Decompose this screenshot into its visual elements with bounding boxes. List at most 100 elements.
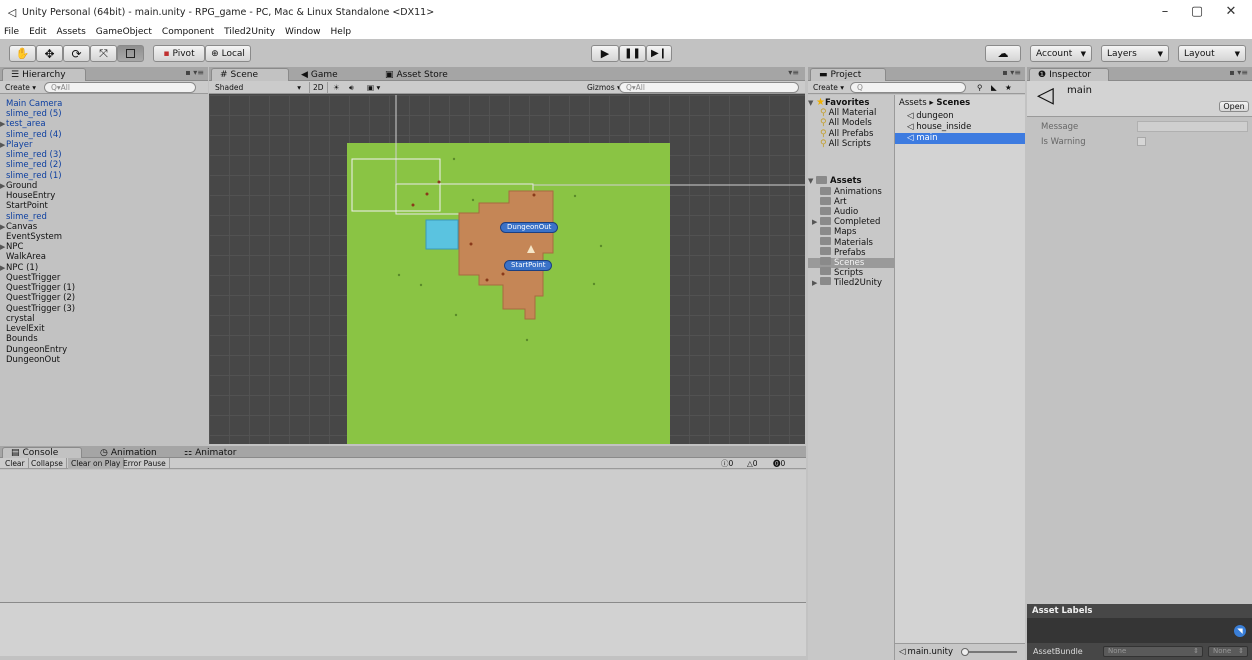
hierarchy-item[interactable]: slime_red (2) bbox=[0, 160, 208, 170]
tab-animation[interactable]: ◷ Animation bbox=[92, 447, 172, 458]
breadcrumb-root[interactable]: Assets bbox=[899, 98, 927, 108]
audio-toggle[interactable]: 🔊︎ bbox=[346, 82, 357, 93]
open-button[interactable]: Open bbox=[1219, 101, 1249, 112]
expand-arrow-icon[interactable]: ▶ bbox=[812, 278, 820, 288]
rect-tool-button[interactable] bbox=[117, 45, 144, 62]
folder-item[interactable]: ▶ Completed bbox=[808, 216, 894, 227]
layers-dropdown[interactable]: Layers ▼ bbox=[1101, 45, 1169, 62]
scene-file-item[interactable]: ◁ house_inside bbox=[895, 122, 1025, 133]
tab-scene[interactable]: # Scene bbox=[211, 68, 289, 81]
asset-variant-dropdown[interactable]: None ⇕ bbox=[1208, 646, 1248, 657]
panel-menu-icon[interactable]: ▪ ▾≡ bbox=[1229, 68, 1248, 77]
panel-menu-icon[interactable]: ▪ ▾≡ bbox=[185, 68, 204, 77]
favorite-item[interactable]: ⚲ All Models bbox=[808, 118, 894, 128]
layout-dropdown[interactable]: Layout ▼ bbox=[1178, 45, 1246, 62]
hierarchy-item[interactable]: slime_red (3) bbox=[0, 150, 208, 160]
move-tool-button[interactable]: ✥ bbox=[36, 45, 63, 62]
hierarchy-item[interactable]: ▶Player bbox=[0, 140, 208, 150]
folder-item[interactable]: Audio bbox=[808, 206, 894, 217]
hierarchy-search-input[interactable]: Q▾All bbox=[44, 82, 196, 93]
tab-animator[interactable]: ⚏ Animator bbox=[176, 447, 256, 458]
play-button[interactable]: ▶ bbox=[591, 45, 619, 62]
tab-game[interactable]: ◀ Game bbox=[293, 68, 365, 81]
assets-header[interactable]: ▼ Assets bbox=[808, 175, 894, 186]
scale-tool-button[interactable]: ⤧ bbox=[90, 45, 117, 62]
hierarchy-item[interactable]: crystal bbox=[0, 314, 208, 324]
clear-button[interactable]: Clear bbox=[2, 458, 29, 469]
close-button[interactable]: ✕ bbox=[1216, 4, 1246, 19]
hierarchy-item[interactable]: slime_red (5) bbox=[0, 109, 208, 119]
menu-tiled2unity[interactable]: Tiled2Unity bbox=[224, 27, 275, 37]
folder-item[interactable]: Animations bbox=[808, 186, 894, 197]
hand-tool-button[interactable]: ✋ bbox=[9, 45, 36, 62]
2d-toggle[interactable]: 2D bbox=[309, 82, 328, 93]
menu-edit[interactable]: Edit bbox=[29, 27, 46, 37]
collapse-button[interactable]: Collapse bbox=[28, 458, 67, 469]
menu-gameobject[interactable]: GameObject bbox=[96, 27, 152, 37]
local-toggle[interactable]: ⊕ Local bbox=[205, 45, 251, 62]
minimize-button[interactable]: – bbox=[1150, 4, 1180, 19]
clear-on-play-button[interactable]: Clear on Play bbox=[68, 458, 125, 469]
tab-console[interactable]: ▤ Console bbox=[2, 447, 82, 458]
pause-button[interactable]: ❚❚ bbox=[619, 45, 646, 62]
hierarchy-item[interactable]: EventSystem bbox=[0, 232, 208, 242]
panel-menu-icon[interactable]: ▪ ▾≡ bbox=[1002, 68, 1021, 77]
favorites-header[interactable]: ▼ ★Favorites bbox=[808, 97, 894, 108]
shading-dropdown[interactable]: Shaded ▾ bbox=[212, 82, 304, 93]
hierarchy-item[interactable]: ▶Canvas bbox=[0, 222, 208, 232]
menu-assets[interactable]: Assets bbox=[57, 27, 86, 37]
account-dropdown[interactable]: Account ▼ bbox=[1030, 45, 1092, 62]
zoom-slider-thumb[interactable] bbox=[961, 648, 969, 656]
error-count-toggle[interactable]: ⓿0 bbox=[770, 458, 788, 469]
expand-arrow-icon[interactable]: ▶ bbox=[812, 217, 820, 227]
hierarchy-item[interactable]: QuestTrigger (3) bbox=[0, 304, 208, 314]
favorite-button[interactable]: ★ bbox=[1002, 82, 1015, 93]
filter-label-button[interactable]: ◣ bbox=[988, 82, 1000, 93]
scene-viewport[interactable]: DungeonOut StartPoint bbox=[209, 95, 805, 444]
hierarchy-item[interactable]: ▶NPC (1) bbox=[0, 263, 208, 273]
asset-bundle-dropdown[interactable]: None ⇕ bbox=[1103, 646, 1203, 657]
hierarchy-item[interactable]: slime_red (4) bbox=[0, 130, 208, 140]
hierarchy-item[interactable]: StartPoint bbox=[0, 201, 208, 211]
hierarchy-item[interactable]: DungeonOut bbox=[0, 355, 208, 365]
scene-file-item[interactable]: ◁ dungeon bbox=[895, 111, 1025, 122]
console-log-area[interactable] bbox=[0, 470, 806, 602]
favorite-item[interactable]: ⚲ All Material bbox=[808, 108, 894, 118]
is-warning-checkbox[interactable] bbox=[1137, 137, 1146, 146]
scene-search-input[interactable]: Q▾All bbox=[619, 82, 799, 93]
start-point-label[interactable]: StartPoint bbox=[504, 260, 553, 271]
maximize-button[interactable]: ▢ bbox=[1182, 4, 1212, 19]
project-search-input[interactable]: Q bbox=[850, 82, 966, 93]
step-button[interactable]: ▶❙ bbox=[646, 45, 672, 62]
filter-type-button[interactable]: ⚲ bbox=[974, 82, 986, 93]
menu-file[interactable]: File bbox=[4, 27, 19, 37]
effects-dropdown[interactable]: ▣ ▾ bbox=[364, 82, 383, 93]
tag-icon[interactable]: ◥ bbox=[1234, 625, 1246, 637]
folder-item[interactable]: ▶ Tiled2Unity bbox=[808, 277, 894, 288]
hierarchy-item[interactable]: HouseEntry bbox=[0, 191, 208, 201]
tab-project[interactable]: ▬ Project bbox=[810, 68, 886, 81]
hierarchy-item[interactable]: ▶NPC bbox=[0, 242, 208, 252]
hierarchy-item[interactable]: DungeonEntry bbox=[0, 345, 208, 355]
tab-hierarchy[interactable]: ☰ Hierarchy bbox=[2, 68, 86, 81]
scene-file-item[interactable]: ◁ main bbox=[895, 132, 1025, 144]
lighting-toggle[interactable]: ☀ bbox=[330, 82, 343, 93]
message-field[interactable] bbox=[1137, 121, 1248, 132]
panel-menu-icon[interactable]: ▾≡ bbox=[788, 68, 799, 77]
hierarchy-item[interactable]: QuestTrigger (2) bbox=[0, 293, 208, 303]
favorite-item[interactable]: ⚲ All Scripts bbox=[808, 139, 894, 149]
warning-count-toggle[interactable]: △ 0 bbox=[744, 458, 761, 469]
info-count-toggle[interactable]: ⓘ 0 bbox=[718, 458, 736, 469]
hierarchy-item[interactable]: ▶test_area bbox=[0, 119, 208, 129]
hierarchy-item[interactable]: Bounds bbox=[0, 334, 208, 344]
hierarchy-item[interactable]: slime_red bbox=[0, 212, 208, 222]
zoom-slider[interactable] bbox=[963, 651, 1017, 653]
hierarchy-item[interactable]: LevelExit bbox=[0, 324, 208, 334]
error-pause-button[interactable]: Error Pause bbox=[120, 458, 170, 469]
pivot-toggle[interactable]: ▪ Pivot bbox=[153, 45, 205, 62]
hierarchy-item[interactable]: QuestTrigger (1) bbox=[0, 283, 208, 293]
hierarchy-item[interactable]: slime_red (1) bbox=[0, 171, 208, 181]
menu-window[interactable]: Window bbox=[285, 27, 321, 37]
hierarchy-item[interactable]: ▶Ground bbox=[0, 181, 208, 191]
folder-item[interactable]: Art bbox=[808, 196, 894, 207]
